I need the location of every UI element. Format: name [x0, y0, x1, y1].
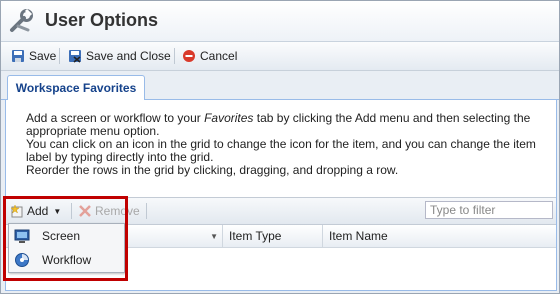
save-close-icon — [69, 50, 81, 63]
window-title: User Options — [45, 10, 159, 30]
grid-column-item-name[interactable]: Item Name — [323, 225, 556, 247]
toolbar-separator — [174, 48, 175, 64]
instructions-text: Add a screen or workflow to your Favorit… — [26, 111, 536, 177]
save-button[interactable]: Save — [11, 47, 56, 65]
tab-strip: Workspace Favorites — [1, 71, 559, 100]
cancel-button[interactable]: Cancel — [182, 47, 237, 65]
filter-input[interactable] — [425, 201, 553, 219]
save-icon — [12, 50, 24, 62]
user-options-window: User Options Save Save and Close Cancel … — [0, 0, 560, 294]
column-menu-icon[interactable]: ▼ — [210, 232, 218, 241]
grid-column-item-type[interactable]: Item Type — [223, 225, 323, 247]
annotation-highlight-box — [3, 196, 128, 281]
toolbar-separator — [146, 203, 147, 219]
save-and-close-button[interactable]: Save and Close — [68, 47, 171, 65]
cancel-icon — [183, 50, 195, 62]
title-bar: User Options — [1, 1, 559, 42]
wrench-icon — [7, 7, 35, 35]
toolbar-separator — [59, 48, 60, 64]
main-toolbar: Save Save and Close Cancel — [1, 42, 559, 71]
tab-workspace-favorites[interactable]: Workspace Favorites — [7, 75, 145, 100]
